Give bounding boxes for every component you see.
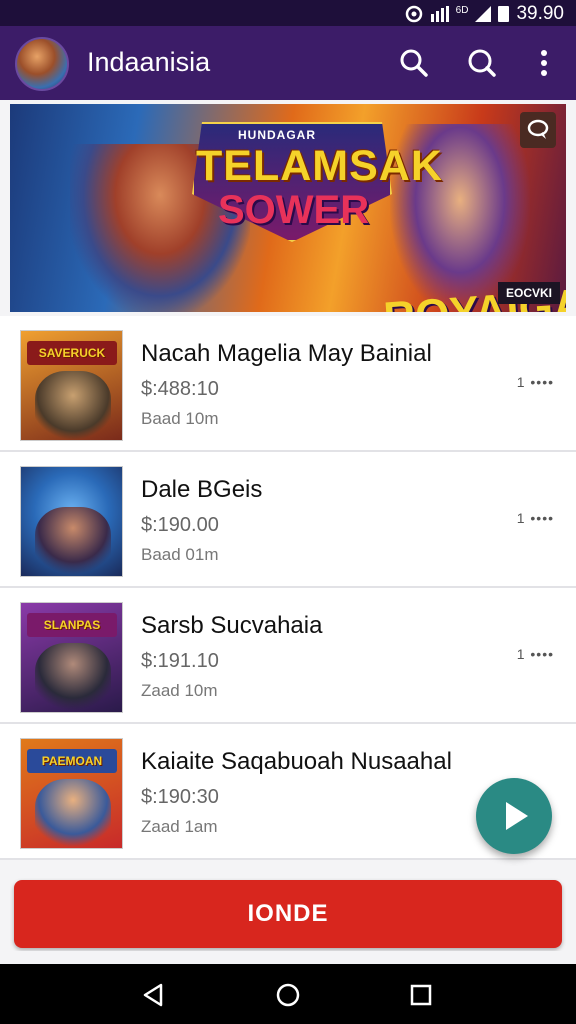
item-price: $:190.00 xyxy=(141,514,219,536)
item-date: Baad 01m xyxy=(141,545,219,564)
item-thumbnail: SAVERUCK xyxy=(20,330,123,441)
item-title: Nacah Magelia May Bainial xyxy=(141,340,432,367)
thumbnail-logo: SLANPAS xyxy=(27,613,117,637)
item-more-button[interactable]: 1 •••• xyxy=(517,374,554,390)
recents-square-icon xyxy=(410,984,432,1006)
app-title: Indaanisia xyxy=(87,47,211,77)
nav-back-button[interactable] xyxy=(141,982,167,1008)
item-thumbnail: SLANPAS xyxy=(20,602,123,713)
item-price: $:190:30 xyxy=(141,786,219,808)
item-date: Zaad 10m xyxy=(141,681,218,700)
app-bar: Indaanisia xyxy=(0,26,576,100)
item-price: $:191.10 xyxy=(141,650,219,672)
bottom-spacer xyxy=(0,951,576,965)
search-icon xyxy=(400,49,428,77)
item-more-button[interactable]: 1 •••• xyxy=(517,646,554,662)
list-item[interactable]: Dale BGeis $:190.00 Baad 01m 1 •••• xyxy=(0,452,576,588)
thumbnail-figure xyxy=(35,779,111,848)
item-date: Baad 10m xyxy=(141,409,219,428)
promo-banner[interactable]: HUNDAGAR TELAMSAK SOWER ROYAIGA EOCVKI xyxy=(10,104,566,312)
list-item[interactable]: SAVERUCK Nacah Magelia May Bainial $:488… xyxy=(0,316,576,452)
item-thumbnail: PAEMOAN xyxy=(20,738,123,849)
item-title: Sarsb Sucvahaia xyxy=(141,612,323,639)
thumbnail-figure xyxy=(35,643,111,712)
play-fab[interactable] xyxy=(476,778,552,854)
banner-corner-badge[interactable] xyxy=(520,112,556,148)
thumbnail-logo: PAEMOAN xyxy=(27,749,117,773)
overflow-menu-button[interactable] xyxy=(526,45,562,81)
more-vert-icon xyxy=(541,50,547,76)
cell-signal-icon xyxy=(430,6,449,22)
play-icon xyxy=(506,802,528,830)
thumbnail-logo: SAVERUCK xyxy=(27,341,117,365)
item-thumbnail xyxy=(20,466,123,577)
clock: 39.90 xyxy=(516,3,564,24)
avatar[interactable] xyxy=(15,37,69,91)
system-nav-bar xyxy=(0,964,576,1024)
back-triangle-icon xyxy=(143,983,163,1007)
status-icons: 6D 39.90 xyxy=(404,3,564,25)
status-bar: 6D 39.90 xyxy=(0,0,576,26)
banner-logo-line2: SOWER xyxy=(218,188,370,232)
search-icon xyxy=(468,49,496,77)
thumbnail-figure xyxy=(35,507,111,576)
banner-logo-line1: TELAMSAK xyxy=(196,142,443,190)
thumbnail-logo xyxy=(27,477,117,501)
item-more-button[interactable]: 1 •••• xyxy=(517,510,554,526)
battery-icon xyxy=(498,6,510,22)
chat-icon xyxy=(527,119,549,139)
alarm-icon xyxy=(405,5,422,23)
nav-home-button[interactable] xyxy=(275,982,301,1008)
nav-recents-button[interactable] xyxy=(408,982,434,1008)
network-type: 6D xyxy=(455,4,469,16)
thumbnail-figure xyxy=(35,371,111,440)
banner-logo-small: HUNDAGAR xyxy=(238,128,316,142)
primary-action-button[interactable]: IONDE xyxy=(14,880,562,948)
item-title: Kaiaite Saqabuoah Nusaahal xyxy=(141,748,452,775)
banner-tag: EOCVKI xyxy=(497,282,560,304)
list-item[interactable]: SLANPAS Sarsb Sucvahaia $:191.10 Zaad 10… xyxy=(0,588,576,724)
item-date: Zaad 1am xyxy=(141,817,218,836)
item-price: $:488:10 xyxy=(141,378,219,400)
item-title: Dale BGeis xyxy=(141,476,263,503)
search-button[interactable] xyxy=(396,45,432,81)
home-circle-icon xyxy=(276,983,300,1007)
signal-strength-icon xyxy=(475,6,492,22)
search-alt-button[interactable] xyxy=(464,45,500,81)
